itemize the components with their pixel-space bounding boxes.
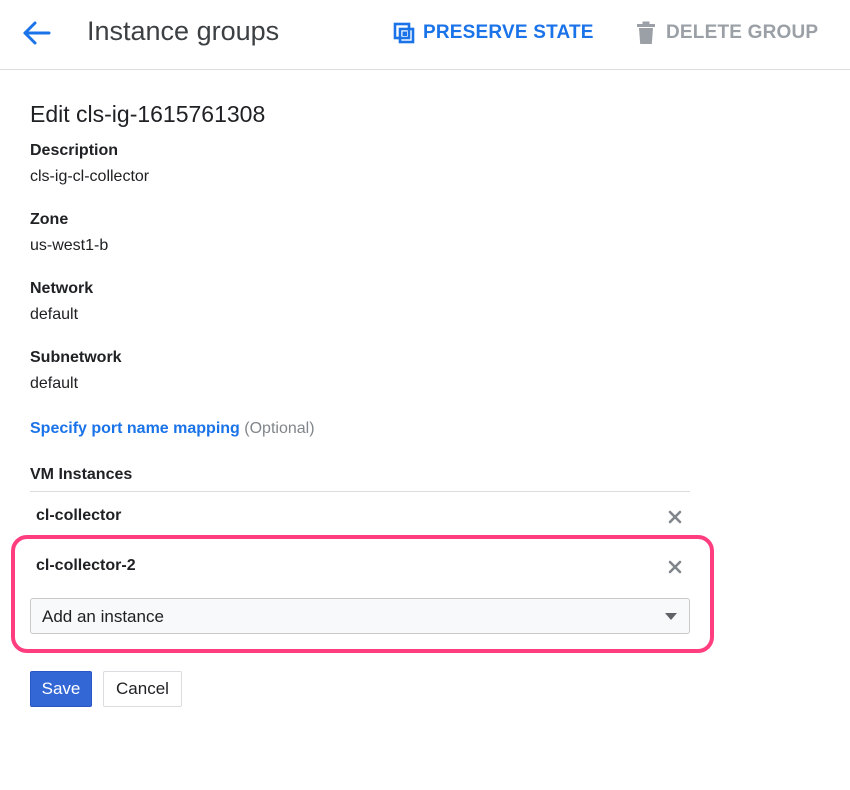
caret-down-icon — [665, 613, 677, 620]
zone-value: us-west1-b — [30, 237, 109, 254]
vm-instance-name: cl-collector — [36, 507, 122, 524]
edit-title: Edit cls-ig-1615761308 — [30, 101, 266, 127]
divider — [30, 491, 690, 492]
network-value: default — [30, 306, 79, 323]
vm-instance-name: cl-collector-2 — [36, 557, 136, 574]
delete-group-button[interactable]: DELETE GROUP — [636, 19, 818, 47]
description-value: cls-ig-cl-collector — [30, 168, 150, 185]
page-title: Instance groups — [87, 16, 280, 46]
remove-instance-button[interactable] — [664, 556, 686, 578]
delete-group-label: DELETE GROUP — [666, 22, 819, 43]
vm-instance-row: cl-collector-2 — [30, 552, 690, 582]
arrow-back-icon — [23, 21, 51, 45]
save-button[interactable]: Save — [30, 671, 92, 707]
trash-icon — [637, 21, 655, 44]
remove-instance-button[interactable] — [664, 506, 686, 528]
add-instance-select[interactable]: Add an instance — [30, 598, 690, 634]
zone-label: Zone — [30, 211, 69, 228]
description-label: Description — [30, 142, 119, 159]
close-icon — [668, 510, 682, 524]
subnetwork-value: default — [30, 375, 79, 392]
vm-instances-label: VM Instances — [30, 466, 133, 483]
vm-instance-row: cl-collector — [30, 502, 690, 532]
preserve-state-button[interactable]: PRESERVE STATE — [393, 19, 594, 47]
preserve-state-label: PRESERVE STATE — [423, 22, 594, 43]
add-instance-value: Add an instance — [42, 607, 164, 626]
back-button[interactable] — [20, 18, 54, 48]
preserve-state-icon — [393, 22, 415, 44]
optional-note: (Optional) — [244, 420, 315, 437]
page-header: Instance groups PRESERVE STATE DELETE GR… — [0, 0, 850, 70]
cancel-button[interactable]: Cancel — [103, 671, 182, 707]
port-mapping-link[interactable]: Specify port name mapping — [30, 420, 240, 437]
port-mapping-row: Specify port name mapping (Optional) — [30, 420, 315, 438]
network-label: Network — [30, 280, 94, 297]
close-icon — [668, 560, 682, 574]
subnetwork-label: Subnetwork — [30, 349, 122, 366]
